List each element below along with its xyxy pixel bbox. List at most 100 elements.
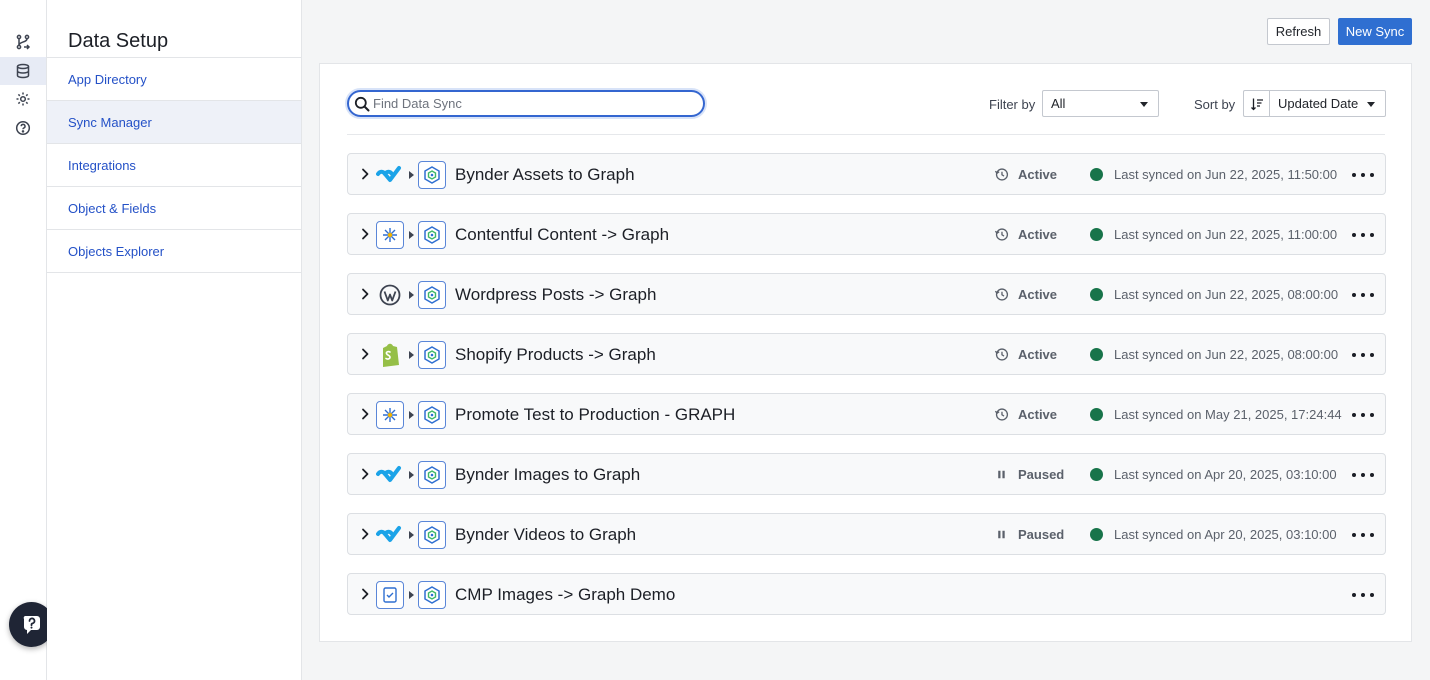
sync-name[interactable]: CMP Images -> Graph Demo xyxy=(455,585,675,605)
flow-arrow-icon xyxy=(409,231,414,239)
history-icon xyxy=(994,288,1009,301)
sync-row[interactable]: Promote Test to Production - GRAPH Activ… xyxy=(347,393,1386,435)
status-dot xyxy=(1090,468,1103,481)
more-options-button[interactable] xyxy=(1352,167,1374,183)
sidebar-item-app-directory[interactable]: App Directory xyxy=(47,58,301,101)
sync-name[interactable]: Promote Test to Production - GRAPH xyxy=(455,405,735,425)
bynder-icon xyxy=(376,521,404,549)
more-options-button[interactable] xyxy=(1352,347,1374,363)
more-options-button[interactable] xyxy=(1352,407,1374,423)
sort-label: Sort by xyxy=(1194,97,1236,112)
graph-icon xyxy=(418,281,446,309)
chat-help-icon xyxy=(23,615,40,634)
sync-status: Paused xyxy=(1018,467,1065,482)
flow-arrow-icon xyxy=(409,351,414,359)
search-box[interactable] xyxy=(347,90,705,117)
graph-icon xyxy=(418,221,446,249)
chevron-right-icon[interactable] xyxy=(358,587,372,601)
sort-descending-icon xyxy=(1251,98,1263,110)
last-synced-text: Last synced on Jun 22, 2025, 11:50:00 xyxy=(1114,167,1338,182)
graph-icon xyxy=(418,401,446,429)
status-dot xyxy=(1090,528,1103,541)
sync-panel: Filter by All Sort by Updated Date Bynde… xyxy=(319,63,1412,642)
sidebar-nav: App Directory Sync Manager Integrations … xyxy=(47,57,301,273)
sync-status: Active xyxy=(1018,167,1058,182)
sync-row[interactable]: Bynder Assets to Graph Active Last synce… xyxy=(347,153,1386,195)
chevron-right-icon[interactable] xyxy=(358,467,372,481)
gear-icon[interactable] xyxy=(0,85,46,113)
more-options-button[interactable] xyxy=(1352,467,1374,483)
history-icon xyxy=(994,228,1009,241)
chevron-right-icon[interactable] xyxy=(358,407,372,421)
sync-row[interactable]: Wordpress Posts -> Graph Active Last syn… xyxy=(347,273,1386,315)
chevron-right-icon[interactable] xyxy=(358,287,372,301)
status-dot xyxy=(1090,168,1103,181)
graph-icon xyxy=(418,581,446,609)
sync-name[interactable]: Contentful Content -> Graph xyxy=(455,225,669,245)
sync-status: Paused xyxy=(1018,527,1065,542)
filter-select[interactable]: All xyxy=(1042,90,1159,117)
status-dot xyxy=(1090,348,1103,361)
more-options-button[interactable] xyxy=(1352,527,1374,543)
graph-icon xyxy=(418,161,446,189)
last-synced-text: Last synced on Jun 22, 2025, 11:00:00 xyxy=(1114,227,1338,242)
chevron-right-icon[interactable] xyxy=(358,527,372,541)
pause-icon xyxy=(998,470,1005,479)
chevron-right-icon[interactable] xyxy=(358,227,372,241)
last-synced-text: Last synced on Jun 22, 2025, 08:00:00 xyxy=(1114,347,1339,362)
sync-row[interactable]: CMP Images -> Graph Demo xyxy=(347,573,1386,615)
sync-status: Active xyxy=(1018,227,1058,242)
more-options-button[interactable] xyxy=(1352,227,1374,243)
graph-icon xyxy=(418,341,446,369)
chevron-right-icon[interactable] xyxy=(358,167,372,181)
bynder-icon xyxy=(376,161,404,189)
new-sync-button[interactable]: New Sync xyxy=(1338,18,1412,45)
sync-status: Active xyxy=(1018,347,1058,362)
status-dot xyxy=(1090,228,1103,241)
caret-down-icon xyxy=(1367,102,1375,107)
help-icon[interactable] xyxy=(0,114,46,142)
sync-name[interactable]: Bynder Assets to Graph xyxy=(455,165,635,185)
last-synced-text: Last synced on Jun 22, 2025, 08:00:00 xyxy=(1114,287,1339,302)
sync-row[interactable]: Bynder Videos to Graph Paused Last synce… xyxy=(347,513,1386,555)
sync-row[interactable]: Shopify Products -> Graph Active Last sy… xyxy=(347,333,1386,375)
sidebar-item-integrations[interactable]: Integrations xyxy=(47,144,301,187)
last-synced-text: Last synced on May 21, 2025, 17:24:44 xyxy=(1114,407,1342,422)
history-icon xyxy=(994,348,1009,361)
search-input[interactable] xyxy=(373,96,693,111)
sync-name[interactable]: Wordpress Posts -> Graph xyxy=(455,285,656,305)
sort-direction-button[interactable] xyxy=(1243,90,1270,117)
sync-name[interactable]: Bynder Videos to Graph xyxy=(455,525,636,545)
sync-name[interactable]: Bynder Images to Graph xyxy=(455,465,640,485)
history-icon xyxy=(994,168,1009,181)
bynder-icon xyxy=(376,461,404,489)
cmp-icon xyxy=(376,581,404,609)
sync-name[interactable]: Shopify Products -> Graph xyxy=(455,345,656,365)
database-icon[interactable] xyxy=(0,57,46,85)
sidebar-item-object-fields[interactable]: Object & Fields xyxy=(47,187,301,230)
sidebar-item-objects-explorer[interactable]: Objects Explorer xyxy=(47,230,301,273)
chevron-right-icon[interactable] xyxy=(358,347,372,361)
flow-arrow-icon xyxy=(409,291,414,299)
workflow-icon[interactable] xyxy=(0,28,46,56)
status-dot xyxy=(1090,288,1103,301)
contentful-icon xyxy=(376,221,404,249)
sidebar: Data Setup App Directory Sync Manager In… xyxy=(47,0,302,680)
sort-select[interactable]: Updated Date xyxy=(1269,90,1386,117)
filter-label: Filter by xyxy=(989,97,1036,112)
more-options-button[interactable] xyxy=(1352,287,1374,303)
last-synced-text: Last synced on Apr 20, 2025, 03:10:00 xyxy=(1114,527,1337,542)
flow-arrow-icon xyxy=(409,591,414,599)
sync-row[interactable]: Bynder Images to Graph Paused Last synce… xyxy=(347,453,1386,495)
pause-icon xyxy=(998,530,1005,539)
sync-row[interactable]: Contentful Content -> Graph Active Last … xyxy=(347,213,1386,255)
more-options-button[interactable] xyxy=(1352,587,1374,603)
icon-rail xyxy=(0,0,54,680)
wordpress-icon xyxy=(376,281,404,309)
sidebar-item-sync-manager[interactable]: Sync Manager xyxy=(47,101,301,144)
refresh-button[interactable]: Refresh xyxy=(1267,18,1330,45)
sort-value: Updated Date xyxy=(1278,96,1359,111)
flow-arrow-icon xyxy=(409,171,414,179)
caret-down-icon xyxy=(1140,102,1148,107)
flow-arrow-icon xyxy=(409,471,414,479)
